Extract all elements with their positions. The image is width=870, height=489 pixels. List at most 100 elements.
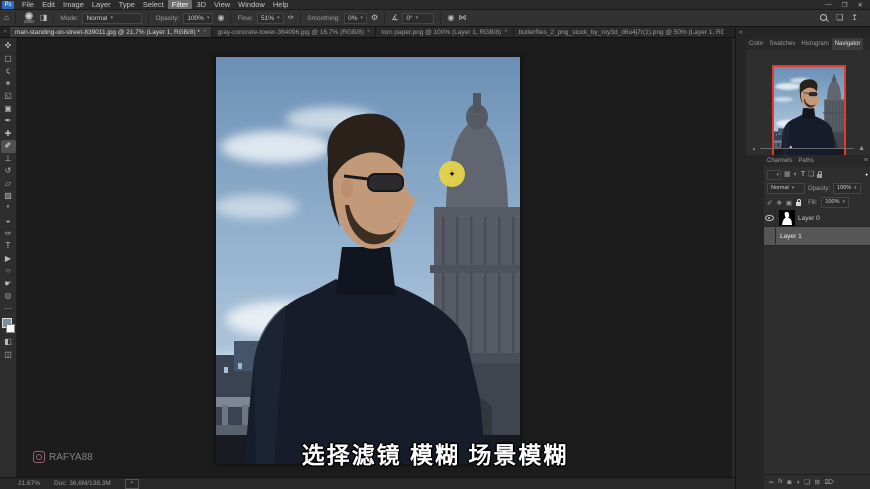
layer-row-layer0[interactable]: Layer 0 [764, 210, 870, 227]
search-icon[interactable] [820, 14, 828, 22]
crop-tool[interactable]: ◱ [1, 90, 16, 103]
eraser-tool[interactable]: ▱ [1, 178, 16, 191]
document-tab-1[interactable]: man-standing-on-street-839011.jpg @ 21,7… [10, 27, 212, 37]
visibility-well[interactable] [764, 210, 776, 226]
color-swatches[interactable] [1, 318, 16, 333]
flow-dropdown[interactable]: 51% [257, 13, 284, 24]
tab-paths[interactable]: Paths [795, 155, 816, 167]
opacity-pressure-icon[interactable]: ◉ [217, 13, 224, 23]
status-expand-button[interactable]: > [125, 479, 139, 489]
menu-help[interactable]: Help [269, 0, 292, 9]
gradient-tool[interactable]: ▨ [1, 190, 16, 203]
dodge-tool[interactable]: ◒ [1, 215, 16, 228]
brush-angle-field[interactable]: 0° [402, 13, 434, 24]
layer-effects-icon[interactable]: fx [778, 479, 783, 485]
lock-position-icon[interactable]: ✥ [776, 199, 781, 207]
link-layers-icon[interactable]: ∞ [769, 479, 774, 486]
toggle-brush-panel-icon[interactable]: ◨ [40, 13, 48, 23]
move-tool[interactable]: ✜ [1, 40, 16, 53]
menu-3d[interactable]: 3D [192, 0, 210, 9]
blend-mode-dropdown[interactable]: Normal [82, 13, 142, 24]
quick-mask-button[interactable]: ◧ [1, 336, 16, 349]
filter-toggle-icon[interactable]: ● [865, 172, 868, 177]
visibility-well[interactable] [764, 228, 776, 244]
brush-preset-picker[interactable]: 2500 [22, 12, 36, 24]
lasso-tool[interactable]: ς [1, 65, 16, 78]
adjustment-layer-icon[interactable]: ◑ [796, 479, 800, 486]
eyedropper-tool[interactable]: ✒ [1, 115, 16, 128]
size-pressure-icon[interactable]: ◉ [447, 13, 454, 23]
lock-artboard-icon[interactable]: ▣ [786, 199, 792, 207]
blur-tool[interactable]: ❜ [1, 203, 16, 216]
menu-filter[interactable]: Filter [168, 0, 193, 9]
airbrush-icon[interactable]: ✑ [288, 13, 295, 23]
layer-group-icon[interactable]: ❏ [804, 478, 810, 486]
layer-fill-dropdown[interactable]: 100% [821, 197, 849, 208]
layer0-thumbnail[interactable] [779, 210, 795, 226]
menu-view[interactable]: View [210, 0, 234, 9]
tab-overflow-icon[interactable]: » [0, 27, 10, 37]
tab-histogram[interactable]: Histogram [798, 38, 831, 50]
tab-navigator[interactable]: Navigator [832, 38, 864, 50]
layer-opacity-dropdown[interactable]: 100% [833, 183, 861, 194]
eye-icon[interactable] [765, 215, 774, 222]
close-button[interactable]: ✕ [858, 1, 863, 9]
filter-group-layers-icon[interactable]: ❏ [808, 170, 814, 180]
minimize-button[interactable]: — [825, 1, 832, 9]
menu-select[interactable]: Select [139, 0, 168, 9]
screen-mode-button[interactable]: ◫ [1, 349, 16, 362]
delete-layer-icon[interactable]: ⌦ [824, 478, 833, 486]
close-tab-icon[interactable]: × [504, 29, 508, 35]
menu-image[interactable]: Image [59, 0, 88, 9]
menu-window[interactable]: Window [234, 0, 269, 9]
zoom-slider-track[interactable]: ▲ [760, 148, 854, 149]
marquee-tool[interactable]: ▢ [1, 53, 16, 66]
filter-adjustment-layers-icon[interactable]: ◐ [794, 170, 798, 180]
path-selection-tool[interactable]: ▶ [1, 253, 16, 266]
layer-blend-mode-dropdown[interactable]: Normal [767, 183, 805, 194]
document-image[interactable] [216, 57, 520, 464]
menu-layer[interactable]: Layer [88, 0, 115, 9]
opacity-dropdown[interactable]: 100% [183, 13, 213, 24]
lock-pixels-icon[interactable]: ✐ [767, 199, 772, 207]
pen-tool[interactable]: ✑ [1, 228, 16, 241]
clone-stamp-tool[interactable]: ⊥ [1, 153, 16, 166]
filter-pixel-layers-icon[interactable]: ▦ [784, 170, 791, 180]
symmetry-icon[interactable]: ⋈ [458, 13, 466, 23]
document-tab-3[interactable]: torn paper.png @ 100% (Layer 1, RGB/8) × [376, 27, 513, 37]
document-tab-2[interactable]: gray-concrete-tower-364096.jpg @ 16,7% (… [212, 27, 376, 37]
filter-type-layers-icon[interactable]: T [801, 171, 805, 178]
type-tool[interactable]: T [1, 240, 16, 253]
workspace-switcher-icon[interactable]: ❏ [836, 13, 843, 23]
smoothing-gear-icon[interactable]: ⚙ [371, 13, 378, 23]
close-tab-icon[interactable]: × [203, 29, 207, 35]
zoom-tool[interactable]: ◎ [1, 290, 16, 303]
home-icon[interactable]: ⌂ [4, 13, 9, 23]
close-tab-icon[interactable]: × [367, 29, 371, 35]
share-icon[interactable]: ↥ [851, 13, 858, 23]
restore-button[interactable]: ❐ [842, 1, 848, 9]
navigator-zoom-slider[interactable]: ▲ ▲ ▲ [752, 143, 865, 153]
tab-color[interactable]: Color [746, 38, 766, 50]
menu-type[interactable]: Type [115, 0, 139, 9]
object-selection-tool[interactable]: ✶ [1, 78, 16, 91]
filter-kind-dropdown[interactable] [767, 170, 781, 180]
panel-menu-icon[interactable]: ≡ [861, 155, 870, 167]
background-color-swatch[interactable] [6, 324, 15, 333]
tab-channels[interactable]: Channels [764, 155, 795, 167]
layer-name[interactable]: Layer 1 [776, 233, 802, 240]
layer-row-layer1[interactable]: Layer 1 [764, 227, 870, 246]
frame-tool[interactable]: ▣ [1, 103, 16, 116]
layer-mask-icon[interactable]: ◙ [787, 479, 791, 486]
zoom-slider-handle[interactable]: ▲ [788, 144, 793, 150]
collapse-panels-icon[interactable]: « [739, 29, 743, 36]
tab-swatches[interactable]: Swatches [766, 38, 798, 50]
document-tab-4[interactable]: butterflies_2_png_stock_by_roy3d_d6u4j7r… [514, 27, 725, 37]
brush-tool[interactable]: ✐ [1, 140, 16, 153]
zoom-level-field[interactable]: 21,67% [18, 480, 40, 487]
filter-locked-layers-icon[interactable] [817, 174, 822, 178]
smoothing-dropdown[interactable]: 0% [344, 13, 367, 24]
new-layer-icon[interactable]: ⊞ [815, 478, 820, 486]
zoom-in-icon[interactable]: ▲ [858, 145, 865, 152]
hand-tool[interactable]: ☛ [1, 278, 16, 291]
